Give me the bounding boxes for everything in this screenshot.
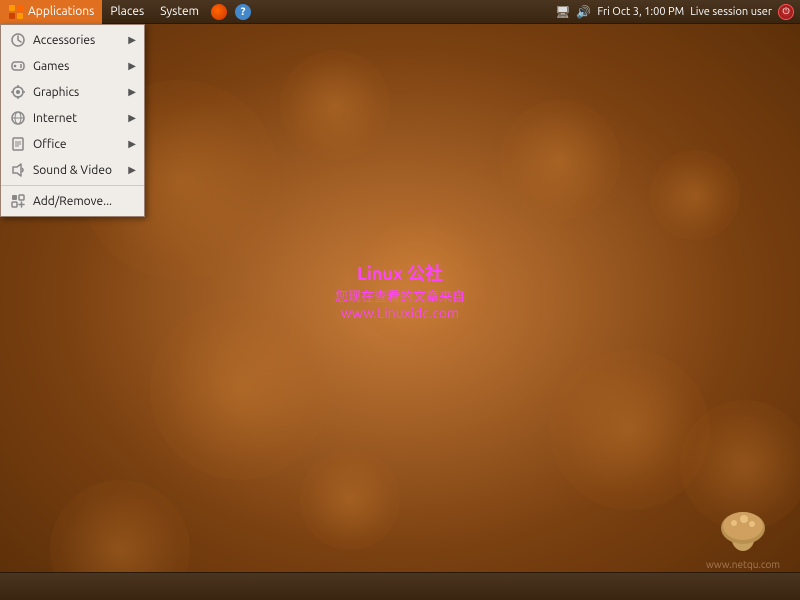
help-icon: ? — [235, 4, 251, 20]
bottom-logo: www.netqu.com — [706, 506, 780, 570]
applications-label: Applications — [28, 5, 94, 18]
office-icon — [9, 135, 27, 153]
logo-text: www.netqu.com — [706, 559, 780, 570]
firefox-icon — [211, 4, 227, 20]
internet-icon — [9, 109, 27, 127]
system-tray: 🖥 🔊 Fri Oct 3, 1:00 PM Live session user… — [549, 4, 800, 20]
menu-item-graphics[interactable]: Graphics ▶ — [1, 79, 144, 105]
add-remove-label: Add/Remove... — [33, 195, 136, 208]
watermark-line2: 您现在查看的文章来自 — [335, 286, 465, 305]
places-label: Places — [110, 5, 144, 18]
session-user-label: Live session user — [690, 6, 772, 18]
datetime-display: Fri Oct 3, 1:00 PM — [597, 6, 684, 18]
games-arrow: ▶ — [128, 60, 136, 72]
menu-item-games[interactable]: Games ▶ — [1, 53, 144, 79]
office-arrow: ▶ — [128, 138, 136, 150]
office-label: Office — [33, 138, 128, 151]
app-dropdown: Accessories ▶ Games ▶ — [0, 24, 145, 217]
menubar: Applications Places System ? — [0, 0, 255, 24]
games-icon — [9, 57, 27, 75]
internet-label: Internet — [33, 112, 128, 125]
power-button[interactable]: ⏻ — [778, 4, 794, 20]
places-menu[interactable]: Places — [102, 0, 152, 24]
internet-arrow: ▶ — [128, 112, 136, 124]
sound-video-label: Sound & Video — [33, 164, 128, 177]
menu-item-accessories[interactable]: Accessories ▶ — [1, 27, 144, 53]
watermark: Linux 公社 您现在查看的文章来自 www.Linuxidc.com — [335, 260, 465, 321]
watermark-line3: www.Linuxidc.com — [335, 305, 465, 321]
speaker-tray-icon[interactable]: 🔊 — [576, 5, 591, 19]
sound-video-icon — [9, 161, 27, 179]
help-button[interactable]: ? — [231, 0, 255, 24]
sound-video-arrow: ▶ — [128, 164, 136, 176]
accessories-arrow: ▶ — [128, 34, 136, 46]
add-remove-icon — [9, 192, 27, 210]
graphics-arrow: ▶ — [128, 86, 136, 98]
graphics-label: Graphics — [33, 86, 128, 99]
applications-icon — [8, 4, 24, 20]
menu-item-office[interactable]: Office ▶ — [1, 131, 144, 157]
mushroom-icon — [718, 506, 768, 556]
system-label: System — [160, 5, 199, 18]
monitor-tray-icon[interactable]: 🖥 — [555, 5, 570, 19]
games-label: Games — [33, 60, 128, 73]
applications-menu[interactable]: Applications — [0, 0, 102, 24]
firefox-button[interactable] — [207, 0, 231, 24]
watermark-line1: Linux 公社 — [335, 260, 465, 286]
accessories-label: Accessories — [33, 34, 128, 47]
menu-item-add-remove[interactable]: Add/Remove... — [1, 188, 144, 214]
accessories-icon — [9, 31, 27, 49]
bottom-panel — [0, 572, 800, 600]
menu-item-sound-video[interactable]: Sound & Video ▶ — [1, 157, 144, 183]
system-menu[interactable]: System — [152, 0, 207, 24]
graphics-icon — [9, 83, 27, 101]
menu-separator — [1, 185, 144, 186]
menu-item-internet[interactable]: Internet ▶ — [1, 105, 144, 131]
top-panel: Applications Places System ? 🖥 🔊 Fri Oct… — [0, 0, 800, 24]
